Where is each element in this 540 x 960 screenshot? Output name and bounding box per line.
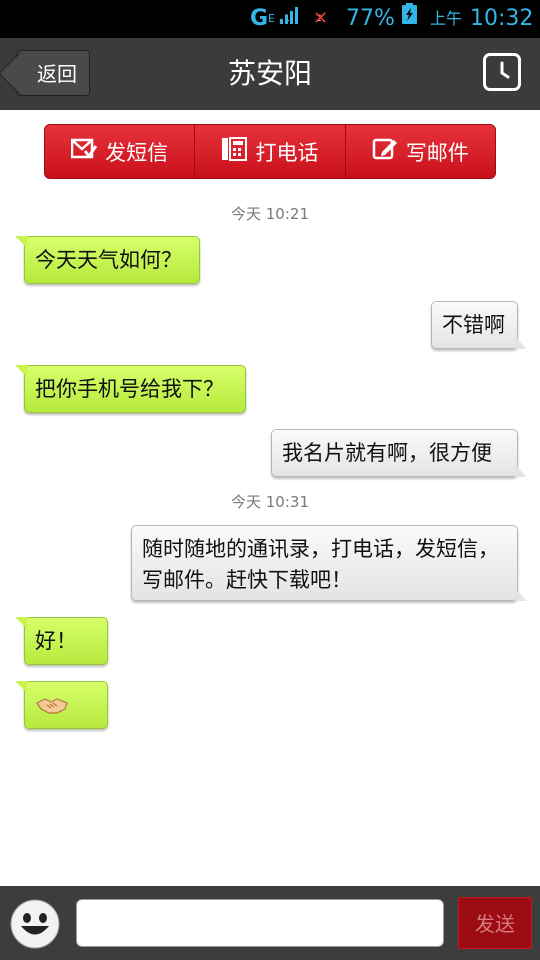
message-timestamp: 今天 10:31 bbox=[231, 493, 309, 511]
back-button-label: 返回 bbox=[37, 62, 77, 86]
clock-time: 10:32 bbox=[470, 6, 534, 31]
write-email-label: 写邮件 bbox=[405, 140, 469, 165]
message-input-bar: 发送 bbox=[0, 886, 540, 960]
edit-mail-icon bbox=[372, 136, 398, 167]
back-button[interactable]: 返回 bbox=[16, 50, 90, 96]
message-bubble-incoming[interactable]: 今天天气如何？ bbox=[15, 236, 200, 284]
message-bubble-outgoing[interactable]: 不错啊 bbox=[431, 301, 527, 349]
signal-icon bbox=[280, 0, 300, 38]
status-bar: G E 1 2 ✕ 77% 上午 10:32 bbox=[0, 0, 540, 38]
message-bubble-incoming[interactable]: 好！ bbox=[15, 617, 108, 665]
message-text: 随时随地的通讯录，打电话，发短信，写邮件。赶快下载吧！ bbox=[142, 537, 499, 592]
message-text: 不错啊 bbox=[442, 313, 505, 337]
message-bubble-incoming[interactable] bbox=[15, 681, 108, 729]
message-text: 把你手机号给我下？ bbox=[35, 377, 224, 401]
handshake-emoji-icon bbox=[36, 698, 68, 714]
message-bubble-incoming[interactable]: 把你手机号给我下？ bbox=[15, 365, 246, 413]
message-bubble-outgoing[interactable]: 随时随地的通讯录，打电话，发短信，写邮件。赶快下载吧！ bbox=[131, 525, 527, 601]
call-label: 打电话 bbox=[255, 140, 319, 165]
message-bubble-outgoing[interactable]: 我名片就有啊，很方便 bbox=[271, 429, 527, 477]
message-text: 今天天气如何？ bbox=[35, 248, 182, 272]
message-text: 我名片就有啊，很方便 bbox=[282, 441, 492, 465]
sms-icon bbox=[70, 137, 98, 166]
write-email-button[interactable]: 写邮件 bbox=[346, 125, 495, 178]
network-type-label: G bbox=[250, 6, 269, 31]
send-button[interactable]: 发送 bbox=[458, 897, 532, 949]
message-input[interactable] bbox=[76, 899, 444, 947]
phone-icon bbox=[221, 136, 248, 167]
title-bar: 苏安阳 返回 bbox=[0, 38, 540, 110]
message-text: 好！ bbox=[35, 629, 77, 653]
emoji-button[interactable] bbox=[10, 899, 60, 949]
no-signal-icon: ✕ bbox=[313, 8, 329, 29]
smiley-icon bbox=[10, 899, 60, 949]
contact-actions-bar: 发短信 打电话 写邮件 bbox=[44, 124, 496, 179]
history-button[interactable] bbox=[483, 53, 521, 91]
send-sms-button[interactable]: 发短信 bbox=[45, 125, 196, 178]
network-type-e-label: E bbox=[268, 12, 275, 25]
call-button[interactable]: 打电话 bbox=[195, 125, 346, 178]
ampm-label: 上午 bbox=[430, 9, 463, 28]
clock-icon bbox=[500, 61, 510, 79]
battery-charging-icon bbox=[402, 0, 417, 38]
message-timestamp: 今天 10:21 bbox=[231, 205, 309, 223]
battery-percent: 77% bbox=[346, 6, 395, 31]
send-sms-label: 发短信 bbox=[105, 140, 169, 165]
